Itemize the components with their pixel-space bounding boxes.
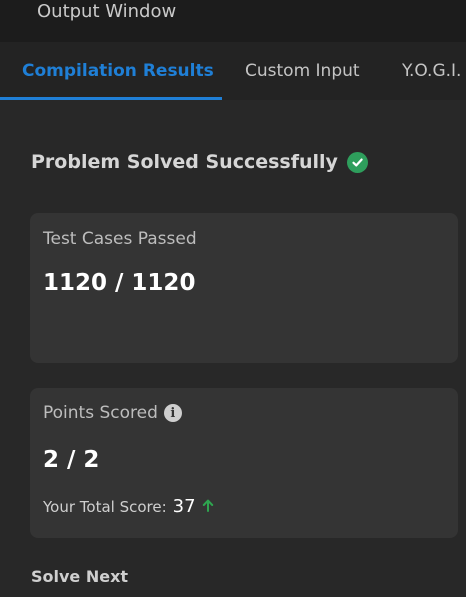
window-title: Output Window	[37, 1, 177, 22]
tab-bar: Compilation Results Custom Input Y.O.G.I…	[0, 42, 466, 100]
status-text: Problem Solved Successfully	[31, 151, 338, 173]
test-cases-card: Test Cases Passed 1120 / 1120	[30, 213, 458, 363]
tab-yogi[interactable]: Y.O.G.I.	[402, 42, 461, 100]
test-cases-label: Test Cases Passed	[43, 229, 197, 249]
tab-custom-input[interactable]: Custom Input	[245, 42, 360, 100]
total-score-value: 37	[172, 496, 196, 517]
test-cases-value: 1120 / 1120	[43, 270, 196, 296]
points-card: Points Scored i 2 / 2 Your Total Score: …	[30, 388, 458, 538]
check-circle-icon	[346, 151, 368, 173]
points-label: Points Scored	[43, 403, 158, 423]
total-score-row: Your Total Score: 37	[43, 496, 214, 517]
arrow-up-icon	[202, 498, 214, 516]
output-window-header: Output Window	[0, 0, 466, 42]
status-message: Problem Solved Successfully	[31, 150, 368, 174]
info-icon[interactable]: i	[163, 404, 182, 422]
total-score-label: Your Total Score:	[43, 498, 167, 516]
points-label-row: Points Scored i	[43, 403, 182, 423]
points-value: 2 / 2	[43, 447, 100, 473]
tab-compilation-results[interactable]: Compilation Results	[22, 42, 214, 100]
solve-next-heading: Solve Next	[31, 567, 129, 586]
